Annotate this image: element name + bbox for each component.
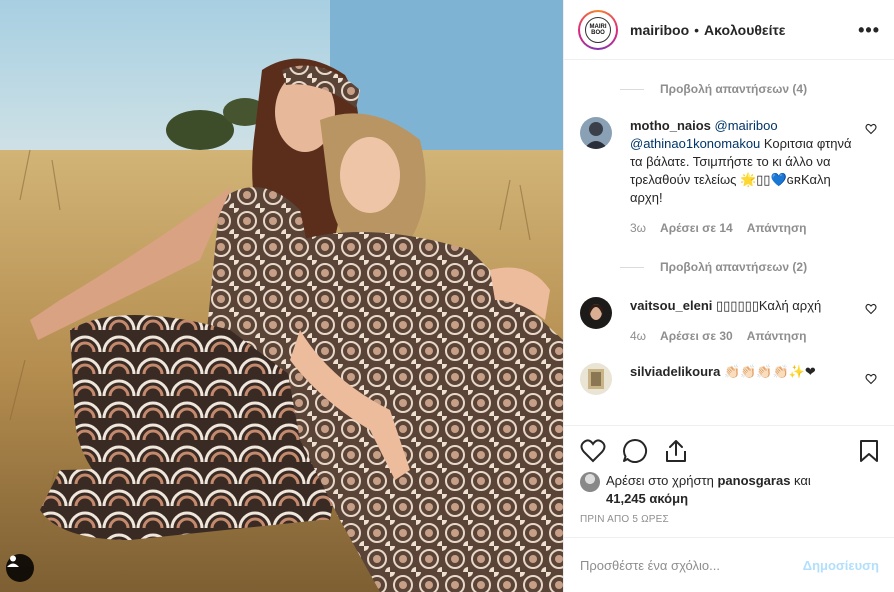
replies-divider [620, 88, 644, 90]
bookmark-icon [860, 440, 878, 462]
comment-username[interactable]: vaitsou_eleni [630, 298, 712, 313]
brand-logo: MAIRI BOO [585, 16, 611, 43]
comment-username[interactable]: motho_naios [630, 118, 711, 133]
comment-heart-icon[interactable] [865, 373, 877, 385]
liker-avatar[interactable] [580, 472, 600, 492]
post-photo[interactable] [0, 0, 563, 592]
comment-avatar[interactable] [580, 297, 612, 329]
post-actions-section: Αρέσει στο χρήστη panosgaras και 41,245 … [564, 425, 894, 525]
view-replies-label: Προβολή απαντήσεων (4) [660, 82, 808, 96]
comment-heart-icon[interactable] [865, 123, 877, 135]
following-button[interactable]: Ακολουθείτε [704, 22, 785, 38]
comment-heart-icon[interactable] [865, 303, 877, 315]
header-username[interactable]: mairiboo [630, 22, 689, 38]
post-sidebar: MAIRI BOO mairiboo • Ακολουθείτε ••• Προ… [563, 0, 894, 592]
share-button[interactable] [664, 438, 688, 464]
mention-link[interactable]: @mairiboo [715, 118, 778, 133]
reply-button[interactable]: Απάντηση [747, 219, 807, 237]
heart-icon [580, 439, 606, 463]
view-replies-button[interactable]: Προβολή απαντήσεων (4) [620, 79, 877, 99]
replies-divider [620, 266, 644, 268]
comment-button[interactable] [622, 438, 648, 464]
comment-text: ▯▯▯▯▯▯Καλή αρχή [712, 298, 822, 313]
comment-avatar[interactable] [580, 117, 612, 149]
avatar-image [580, 297, 612, 329]
header-separator: • [694, 21, 700, 38]
share-icon [666, 440, 686, 462]
post-comment-button[interactable]: Δημοσίευση [803, 558, 879, 573]
action-bar [580, 426, 879, 476]
avatar-image [580, 363, 612, 395]
comment-item: motho_naios @mairiboo @athinao1konomakou… [580, 117, 877, 237]
save-button[interactable] [859, 439, 879, 463]
reply-button[interactable]: Απάντηση [747, 327, 807, 345]
photo-illustration [0, 0, 563, 592]
post-header: MAIRI BOO mairiboo • Ακολουθείτε ••• [564, 0, 894, 60]
post-time[interactable]: ΠΡΙΝ ΑΠΟ 5 ΩΡΕΣ [580, 514, 879, 525]
liker-username[interactable]: panosgaras [717, 473, 790, 488]
avatar[interactable]: MAIRI BOO [578, 9, 618, 50]
comment-item: vaitsou_eleni ▯▯▯▯▯▯Καλή αρχή 4ω Αρέσει … [580, 297, 877, 345]
comment-avatar[interactable] [580, 363, 612, 395]
comments-list[interactable]: Προβολή απαντήσεων (4) motho_naios @mair… [564, 61, 894, 425]
add-comment-bar: Δημοσίευση [564, 537, 894, 592]
comment-username[interactable]: silviadelikoura [630, 364, 720, 379]
comment-icon [623, 438, 647, 463]
comment-likes[interactable]: Αρέσει σε 14 [660, 219, 733, 237]
comment-time[interactable]: 3ω [630, 219, 646, 237]
user-tag-icon [7, 555, 19, 567]
view-replies-label: Προβολή απαντήσεων (2) [660, 260, 808, 274]
comment-input[interactable] [580, 557, 803, 573]
view-replies-button[interactable]: Προβολή απαντήσεων (2) [620, 257, 877, 277]
user-tag-button[interactable] [6, 554, 34, 582]
likes-middle: και [790, 473, 811, 488]
likes-summary: Αρέσει στο χρήστη panosgaras και 41,245 … [580, 472, 879, 508]
likes-prefix: Αρέσει στο χρήστη [606, 473, 718, 488]
comment-item: silviadelikoura 👏🏻👏🏻👏🏻👏🏻✨❤ [580, 363, 877, 395]
comment-time[interactable]: 4ω [630, 327, 646, 345]
mention-link[interactable]: @athinao1konomakou [630, 136, 760, 151]
avatar-image [580, 117, 612, 149]
likes-count[interactable]: 41,245 ακόμη [606, 491, 688, 506]
comment-likes[interactable]: Αρέσει σε 30 [660, 327, 733, 345]
like-button[interactable] [580, 439, 606, 463]
more-icon[interactable]: ••• [858, 21, 880, 39]
comment-text: 👏🏻👏🏻👏🏻👏🏻✨❤ [720, 364, 816, 379]
